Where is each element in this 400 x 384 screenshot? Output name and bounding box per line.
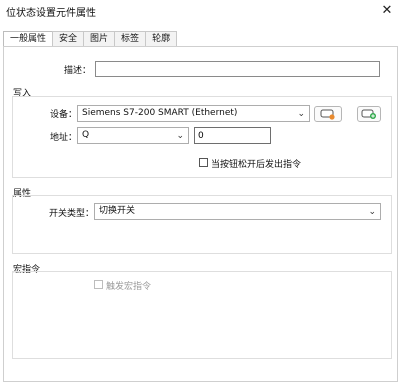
tab-picture[interactable]: 图片: [83, 31, 116, 46]
tab-label[interactable]: 标签: [114, 31, 147, 46]
macro-trigger-checkbox[interactable]: [94, 280, 103, 289]
chevron-down-icon: ⌄: [297, 109, 305, 119]
description-label: 描述：: [64, 66, 92, 76]
address-label: 地址：: [50, 133, 78, 143]
release-trigger-label: 当按钮松开后发出指令: [211, 160, 302, 170]
add-device-button[interactable]: [357, 106, 381, 122]
window-title: 位状态设置元件属性: [6, 8, 96, 19]
address-type-select[interactable]: Q ⌄: [77, 127, 189, 144]
device-select-value: Siemens S7-200 SMART (Ethernet): [82, 108, 238, 118]
close-icon[interactable]: ✕: [378, 2, 396, 20]
chevron-down-icon: ⌄: [368, 207, 376, 217]
tab-general[interactable]: 一般属性: [3, 31, 54, 47]
device-settings-icon: [320, 109, 335, 120]
device-settings-button[interactable]: [314, 106, 342, 122]
device-select[interactable]: Siemens S7-200 SMART (Ethernet) ⌄: [77, 105, 310, 122]
add-device-icon: [361, 109, 376, 119]
address-type-value: Q: [82, 130, 90, 140]
switch-type-select[interactable]: 切换开关 ⌄: [94, 203, 381, 220]
description-input[interactable]: [95, 61, 380, 77]
macro-trigger-label: 触发宏指令: [106, 282, 152, 292]
switch-type-label: 开关类型：: [49, 209, 95, 219]
address-input[interactable]: [194, 127, 271, 144]
device-label: 设备：: [50, 110, 78, 120]
release-trigger-checkbox[interactable]: [199, 158, 208, 167]
tab-strip: 一般属性 安全 图片 标签 轮廓: [3, 31, 178, 47]
switch-type-value: 切换开关: [99, 206, 136, 216]
tab-security[interactable]: 安全: [52, 31, 85, 46]
tab-outline[interactable]: 轮廓: [145, 31, 178, 46]
macro-group: [12, 271, 392, 359]
chevron-down-icon: ⌄: [176, 131, 184, 141]
